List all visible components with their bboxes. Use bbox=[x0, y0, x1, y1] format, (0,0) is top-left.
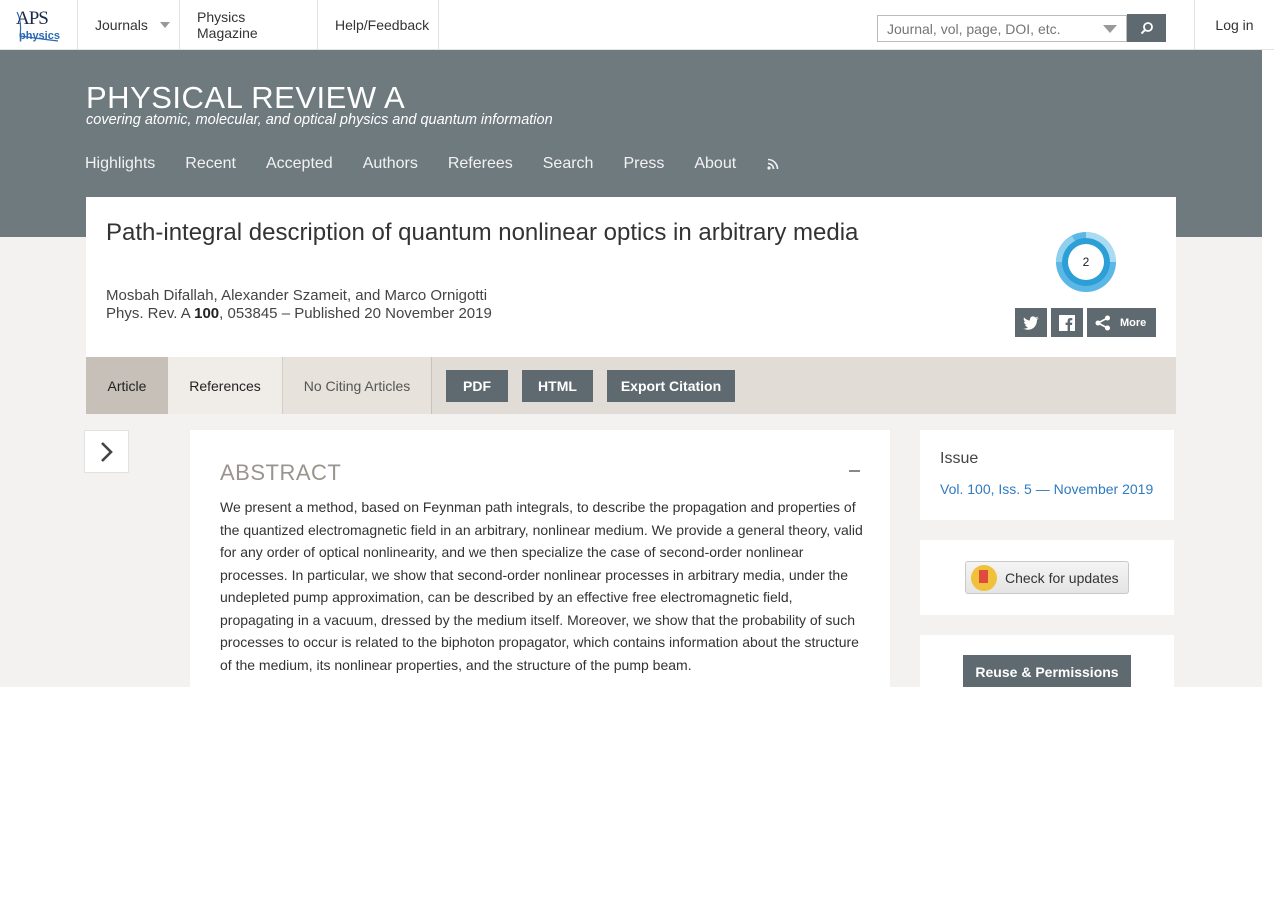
logo-physics-text: physics bbox=[19, 30, 60, 42]
aps-logo[interactable]: APS physics bbox=[14, 8, 64, 46]
sidebar-toggle-button[interactable] bbox=[84, 430, 129, 473]
login-label: Log in bbox=[1215, 17, 1254, 33]
issue-panel: Issue Vol. 100, Iss. 5 — November 2019 bbox=[920, 430, 1174, 520]
tab-article[interactable]: Article bbox=[86, 357, 168, 414]
export-citation-button[interactable]: Export Citation bbox=[607, 370, 735, 402]
journal-nav: Highlights Recent Accepted Authors Refer… bbox=[85, 155, 766, 173]
top-bar: APS physics Journals Physics Magazine He… bbox=[0, 0, 1274, 50]
nav-recent[interactable]: Recent bbox=[185, 155, 236, 173]
article-authors: Mosbah Difallah, Alexander Szameit, and … bbox=[106, 287, 488, 304]
more-share-button[interactable]: More bbox=[1087, 308, 1156, 337]
help-feedback-label: Help/Feedback bbox=[335, 17, 430, 33]
search-input[interactable] bbox=[878, 16, 1098, 41]
crossmark-icon bbox=[971, 564, 997, 591]
login-link[interactable]: Log in bbox=[1194, 0, 1274, 50]
nav-highlights[interactable]: Highlights bbox=[85, 155, 155, 173]
twitter-icon bbox=[1023, 315, 1039, 330]
html-button[interactable]: HTML bbox=[522, 370, 593, 402]
journal-title[interactable]: PHYSICAL REVIEW A bbox=[86, 80, 405, 116]
search-button[interactable] bbox=[1127, 14, 1166, 42]
article-tabs: Article References No Citing Articles PD… bbox=[86, 357, 1176, 414]
abstract-heading: ABSTRACT bbox=[220, 460, 342, 485]
search-box bbox=[877, 15, 1127, 42]
nav-about[interactable]: About bbox=[694, 155, 736, 173]
journals-menu-label: Journals bbox=[95, 17, 148, 33]
more-share-label: More bbox=[1120, 316, 1147, 329]
issue-heading: Issue bbox=[940, 450, 979, 467]
tab-citing-articles[interactable]: No Citing Articles bbox=[282, 357, 432, 414]
logo-aps-text: APS bbox=[16, 8, 49, 29]
chevron-down-icon bbox=[159, 22, 170, 28]
tab-references[interactable]: References bbox=[168, 357, 282, 414]
article-citation: Phys. Rev. A 100, 053845 – Published 20 … bbox=[106, 305, 492, 322]
search-dropdown-icon[interactable] bbox=[1103, 25, 1117, 33]
journal-subtitle: covering atomic, molecular, and optical … bbox=[86, 112, 553, 128]
reuse-permissions-button[interactable]: Reuse & Permissions bbox=[963, 655, 1131, 687]
collapse-icon[interactable] bbox=[849, 470, 860, 472]
citation-details: , 053845 – Published 20 November 2019 bbox=[219, 305, 492, 322]
facebook-icon bbox=[1059, 314, 1075, 331]
updates-panel: Check for updates bbox=[920, 540, 1174, 615]
chevron-right-icon bbox=[100, 441, 113, 462]
nav-authors[interactable]: Authors bbox=[363, 155, 418, 173]
search-icon bbox=[1140, 22, 1153, 35]
citation-journal: Phys. Rev. A bbox=[106, 305, 195, 322]
check-for-updates-button[interactable]: Check for updates bbox=[965, 561, 1129, 594]
journals-menu[interactable]: Journals bbox=[77, 0, 180, 50]
facebook-share-button[interactable] bbox=[1051, 308, 1083, 337]
altmetric-badge[interactable]: 2 bbox=[1052, 228, 1120, 296]
pdf-button[interactable]: PDF bbox=[446, 370, 508, 402]
physics-magazine-link[interactable]: Physics Magazine bbox=[179, 0, 318, 50]
abstract-text: We present a method, based on Feynman pa… bbox=[220, 499, 863, 673]
issue-link[interactable]: Vol. 100, Iss. 5 — November 2019 bbox=[940, 481, 1153, 497]
citation-volume: 100 bbox=[194, 305, 220, 322]
nav-search[interactable]: Search bbox=[543, 155, 594, 173]
twitter-share-button[interactable] bbox=[1015, 308, 1047, 337]
article-header-card: Path-integral description of quantum non… bbox=[86, 197, 1176, 357]
abstract-section: ABSTRACT We present a method, based on F… bbox=[190, 430, 890, 687]
article-title: Path-integral description of quantum non… bbox=[106, 219, 859, 246]
physics-magazine-label: Physics Magazine bbox=[197, 9, 258, 41]
altmetric-score: 2 bbox=[1072, 248, 1100, 276]
nav-accepted[interactable]: Accepted bbox=[266, 155, 333, 173]
check-for-updates-label: Check for updates bbox=[1005, 569, 1119, 586]
nav-press[interactable]: Press bbox=[623, 155, 664, 173]
nav-referees[interactable]: Referees bbox=[448, 155, 513, 173]
share-icon bbox=[1095, 315, 1110, 330]
permissions-panel: Reuse & Permissions bbox=[920, 635, 1174, 687]
help-feedback-link[interactable]: Help/Feedback bbox=[317, 0, 439, 50]
rss-icon[interactable] bbox=[767, 158, 779, 170]
